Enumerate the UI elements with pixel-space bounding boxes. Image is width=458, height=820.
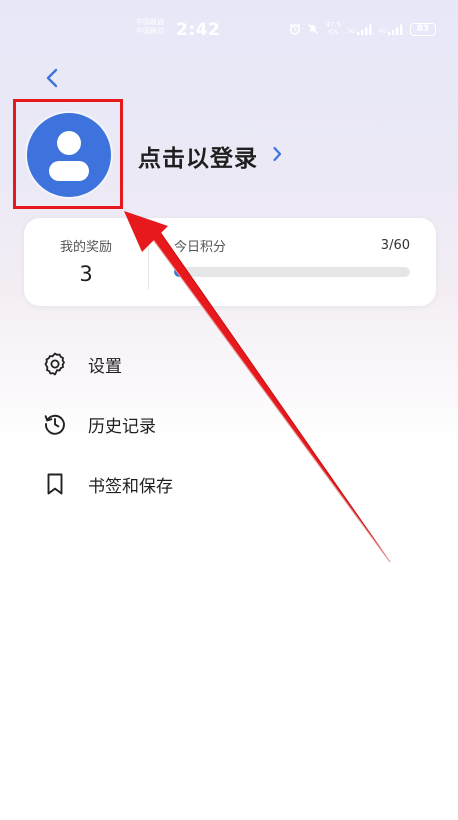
login-text: 点击以登录 [138, 146, 258, 172]
bookmark-icon [40, 469, 70, 499]
mute-icon [307, 23, 319, 35]
gear-icon [40, 349, 70, 379]
login-link[interactable]: 点击以登录 [138, 136, 282, 176]
menu-label-settings: 设置 [88, 356, 122, 377]
points-label: 今日积分 [174, 240, 227, 255]
chevron-right-icon [272, 146, 282, 166]
points-count: 3/60 [380, 238, 410, 253]
my-rewards[interactable]: 我的奖励 3 [24, 218, 148, 306]
status-bar: 中国联通 中国移动 2:42 47.5 K/s 5G 4G 83 [0, 0, 458, 48]
signal-1-icon: 5G [347, 24, 372, 35]
menu-label-history: 历史记录 [88, 416, 156, 437]
carrier-2: 中国移动 [136, 27, 164, 35]
battery-level: 83 [416, 24, 430, 34]
points-progress-fill [174, 267, 184, 277]
net-speed-unit: K/s [327, 28, 339, 36]
stats-divider [148, 238, 149, 290]
network-2-label: 4G [378, 27, 387, 35]
alarm-icon [289, 23, 301, 35]
signal-2-icon: 4G [379, 24, 404, 35]
network-1-label: 5G [347, 27, 356, 35]
user-icon-body [49, 161, 89, 181]
carrier-names: 中国联通 中国移动 [136, 18, 176, 36]
rewards-label: 我的奖励 [59, 240, 112, 255]
points-progress-bar [174, 267, 410, 277]
menu-item-history[interactable]: 历史记录 [40, 404, 420, 444]
menu-item-bookmarks[interactable]: 书签和保存 [40, 464, 420, 504]
stats-card: 我的奖励 3 今日积分 3/60 [24, 218, 436, 306]
status-clock: 2:42 [176, 20, 221, 40]
back-button[interactable] [38, 66, 66, 94]
avatar[interactable] [25, 111, 113, 199]
menu-item-settings[interactable]: 设置 [40, 344, 420, 384]
carrier-1: 中国联通 [136, 18, 164, 26]
net-speed: 47.5 K/s [325, 22, 341, 36]
status-icons: 47.5 K/s 5G 4G 83 [289, 22, 436, 36]
menu-label-bookmarks: 书签和保存 [88, 476, 173, 497]
rewards-value: 3 [79, 262, 93, 286]
battery-icon: 83 [410, 22, 436, 36]
user-icon-head [57, 131, 81, 155]
chevron-left-icon [45, 68, 59, 92]
history-icon [40, 409, 70, 439]
